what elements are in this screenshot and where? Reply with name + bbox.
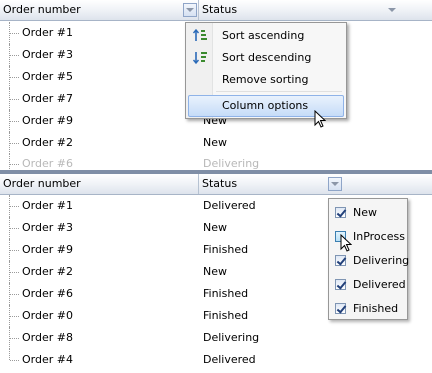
grid-header: Order number Status — [0, 0, 432, 21]
table-row[interactable]: Order #2 New — [0, 132, 432, 154]
column-header-label: Status — [202, 177, 238, 190]
checkbox[interactable] — [335, 207, 346, 218]
menu-separator — [216, 91, 342, 92]
filter-option-label: InProcess — [353, 230, 405, 243]
status-cell: Delivered — [203, 353, 256, 366]
order-cell: Order #3 — [22, 221, 73, 234]
column-context-menu: Sort ascending Sort descending Remove so… — [185, 22, 347, 119]
order-cell: Order #5 — [22, 70, 73, 83]
status-cell: Delivering — [203, 331, 260, 344]
checkbox[interactable] — [335, 303, 346, 314]
column-header-label: Status — [202, 3, 238, 16]
order-cell: Order #3 — [22, 48, 73, 61]
filter-button[interactable] — [385, 3, 399, 17]
order-cell: Order #7 — [22, 92, 73, 105]
menu-item-sort-ascending[interactable]: Sort ascending — [188, 25, 344, 47]
order-cell: Order #1 — [22, 199, 73, 212]
status-cell: Delivered — [203, 199, 256, 212]
column-header-order-number[interactable]: Order number — [0, 174, 199, 194]
filter-option-delivering[interactable]: Delivering — [334, 251, 410, 271]
column-menu-button[interactable] — [183, 3, 197, 17]
filter-option-delivered[interactable]: Delivered — [334, 275, 406, 295]
sort-ascending-icon — [192, 28, 207, 41]
table-row[interactable]: Order #4 Delivered — [0, 349, 432, 371]
status-cell: Finished — [203, 243, 249, 256]
menu-item-sort-descending[interactable]: Sort descending — [188, 47, 344, 69]
menu-item-remove-sorting[interactable]: Remove sorting — [188, 69, 344, 91]
mouse-cursor-icon — [314, 110, 326, 128]
order-cell: Order #2 — [22, 136, 73, 149]
status-cell: New — [203, 221, 227, 234]
filter-option-label: Finished — [353, 302, 399, 315]
filter-option-new[interactable]: New — [334, 203, 406, 223]
tree-line — [9, 153, 11, 170]
order-cell: Order #9 — [22, 243, 73, 256]
sort-descending-icon — [192, 52, 207, 65]
status-cell: Finished — [203, 287, 249, 300]
menu-item-label: Sort ascending — [222, 29, 305, 42]
order-cell: Order #1 — [22, 26, 73, 39]
table-row[interactable]: Order #8 Delivering — [0, 327, 432, 349]
column-header-label: Order number — [3, 177, 81, 190]
column-header-order-number[interactable]: Order number — [0, 0, 199, 20]
status-cell: Delivering — [203, 157, 260, 170]
status-cell: New — [203, 265, 227, 278]
order-cell: Order #2 — [22, 265, 73, 278]
checkbox[interactable] — [335, 279, 346, 290]
column-header-status[interactable]: Status — [199, 0, 432, 20]
order-cell: Order #6 — [22, 157, 73, 170]
chevron-down-icon — [186, 8, 194, 12]
filter-option-label: New — [353, 206, 377, 219]
order-cell: Order #9 — [22, 114, 73, 127]
grid-panel-top: Order number Status Order #1 Order #3 Or… — [0, 0, 432, 170]
filter-option-label: Delivered — [353, 278, 406, 291]
filter-button[interactable] — [328, 177, 342, 191]
order-cell: Order #6 — [22, 287, 73, 300]
filter-option-label: Delivering — [353, 254, 410, 267]
menu-item-label: Remove sorting — [222, 73, 309, 86]
column-header-status[interactable]: Status — [199, 174, 432, 194]
column-header-label: Order number — [3, 3, 81, 16]
mouse-cursor-icon — [340, 234, 352, 252]
order-cell: Order #0 — [22, 309, 73, 322]
chevron-down-icon — [331, 182, 339, 186]
order-cell: Order #4 — [22, 353, 73, 366]
order-cell: Order #8 — [22, 331, 73, 344]
status-cell: Finished — [203, 309, 249, 322]
chevron-down-icon — [388, 8, 396, 12]
table-row[interactable]: Order #6 Delivering — [0, 153, 432, 170]
status-cell: New — [203, 136, 227, 149]
menu-item-label: Sort descending — [222, 51, 312, 64]
grid-header: Order number Status — [0, 174, 432, 195]
menu-item-label: Column options — [222, 99, 309, 112]
tree-line — [9, 349, 11, 360]
checkbox[interactable] — [335, 255, 346, 266]
grid-panel-bottom: Order number Status Order #1 Delivered O… — [0, 174, 432, 373]
filter-option-finished[interactable]: Finished — [334, 299, 406, 319]
status-filter-popup: New InProcess Delivering Delivered Finis… — [328, 198, 410, 320]
